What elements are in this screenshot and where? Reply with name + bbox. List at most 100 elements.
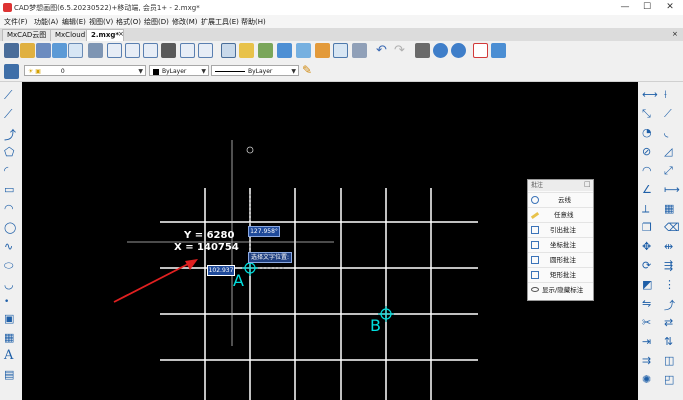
zoom-realtime-icon[interactable] [198, 43, 213, 58]
lengthen-icon[interactable]: ⟼ [664, 183, 680, 197]
rotate-icon[interactable]: ⟳ [642, 259, 656, 273]
circle-icon[interactable]: ◯ [4, 221, 18, 235]
zoom-in-icon[interactable] [107, 43, 122, 58]
layer-manager-icon[interactable] [258, 43, 273, 58]
swap-icon[interactable]: ⇄ [664, 316, 678, 330]
palette-icon[interactable] [352, 43, 367, 58]
annotation-cloud-button[interactable]: 云线 [528, 192, 593, 206]
annotation-coordinate-button[interactable]: 坐标批注 [528, 237, 593, 251]
break-icon[interactable]: ⟊ [664, 88, 678, 102]
menu-extensions[interactable]: 扩展工具(E) [201, 17, 239, 27]
fillet-icon[interactable]: ◟ [664, 126, 678, 140]
spline-icon[interactable]: ∿ [4, 240, 18, 254]
chamfer-icon[interactable]: ◿ [664, 145, 678, 159]
menu-file[interactable]: 文件(F) [4, 17, 28, 27]
length-input[interactable]: 102.937 [207, 265, 235, 276]
stretch-icon[interactable]: ⤢ [664, 164, 678, 178]
dimension-arc-icon[interactable]: ◠ [642, 164, 656, 178]
tab-mxcad-cloud[interactable]: MxCAD云图 [2, 29, 52, 41]
tab-close-icon[interactable]: × [118, 30, 124, 38]
hatch-icon[interactable]: ▦ [4, 331, 18, 345]
image-insert-icon[interactable]: ▤ [4, 368, 18, 382]
trim-icon[interactable]: ✂ [642, 316, 656, 330]
measure-icon[interactable]: ⇹ [664, 240, 678, 254]
dimension-angular-icon[interactable]: ∠ [642, 183, 656, 197]
angle-input[interactable]: 127.958° [248, 226, 280, 237]
match-properties-icon[interactable] [221, 43, 236, 58]
layer-select[interactable]: ☀ ▣ 0 ▼ [24, 65, 146, 76]
join-icon[interactable]: ⟋ [664, 107, 678, 121]
color-select[interactable]: ByLayer ▼ [149, 65, 209, 76]
divide-icon[interactable]: ⋮ [664, 278, 678, 292]
dimension-diameter-icon[interactable]: ⊘ [642, 145, 656, 159]
arc-3point-icon[interactable]: ◠ [4, 202, 18, 216]
insert-block-icon[interactable]: ▣ [4, 312, 18, 326]
text-icon[interactable]: A [4, 348, 18, 363]
rectangle-icon[interactable]: ▭ [4, 183, 18, 197]
zoom-out-icon[interactable] [180, 43, 195, 58]
menu-draw[interactable]: 绘图(D) [144, 17, 169, 27]
pan-hand-icon[interactable] [161, 43, 176, 58]
dimension-linear-icon[interactable]: ⟷ [642, 88, 658, 102]
annotation-circle-button[interactable]: 圆形批注 [528, 252, 593, 266]
polygon-icon[interactable]: ⬠ [4, 145, 18, 159]
pdf-export-icon[interactable] [473, 43, 488, 58]
dimension-aligned-icon[interactable]: ⤡ [642, 107, 656, 121]
erase-icon[interactable]: ⌫ [664, 221, 680, 235]
ungroup-icon[interactable]: ◰ [664, 373, 678, 387]
annotation-freehand-button[interactable]: 任意线 [528, 207, 593, 221]
layer-properties-icon[interactable] [277, 43, 292, 58]
minimize-button[interactable]: — [615, 0, 635, 15]
layers-icon[interactable] [4, 64, 19, 79]
extend-icon[interactable]: ⇥ [642, 335, 656, 349]
draw-icon[interactable] [68, 43, 83, 58]
dimension-ordinate-icon[interactable]: ⟂ [642, 202, 656, 216]
zoom-extents-icon[interactable] [143, 43, 158, 58]
cloud-icon[interactable] [52, 43, 67, 58]
move-icon[interactable]: ✥ [642, 240, 656, 254]
pencil-edit-icon[interactable] [239, 43, 254, 58]
print-icon[interactable] [415, 43, 430, 58]
align-icon[interactable]: ⇶ [664, 259, 678, 273]
xline-icon[interactable]: ⟋ [4, 107, 18, 121]
array-icon[interactable]: ▦ [664, 202, 678, 216]
new-file-icon[interactable] [4, 43, 19, 58]
zoom-window-icon[interactable] [125, 43, 140, 58]
brush-icon[interactable]: ✎ [302, 63, 316, 78]
menu-help[interactable]: 帮助(H) [241, 17, 266, 27]
open-folder-icon[interactable] [20, 43, 35, 58]
properties-icon[interactable] [333, 43, 348, 58]
flip-icon[interactable]: ⇅ [664, 335, 678, 349]
web-publish-icon[interactable] [451, 43, 466, 58]
arc-icon[interactable]: ◜ [4, 164, 18, 178]
annotation-toggle-visibility-button[interactable]: 显示/隐藏标注 [528, 282, 593, 296]
menu-modify[interactable]: 修改(M) [172, 17, 198, 27]
close-button[interactable]: ✕ [660, 0, 680, 15]
menu-edit[interactable]: 编辑(E) [62, 17, 86, 27]
mirror-icon[interactable]: ⇋ [642, 297, 656, 311]
menu-view[interactable]: 视图(V) [89, 17, 113, 27]
undo-icon[interactable]: ↶ [376, 43, 387, 58]
ellipse-arc-icon[interactable]: ◡ [4, 278, 18, 292]
explode-icon[interactable]: ✺ [642, 373, 656, 387]
copy-icon[interactable]: ❐ [642, 221, 656, 235]
scale-icon[interactable]: ◩ [642, 278, 656, 292]
offset-icon[interactable]: ⇉ [642, 354, 656, 368]
save-icon[interactable] [36, 43, 51, 58]
point-icon[interactable]: • [4, 297, 18, 311]
block-icon[interactable] [315, 43, 330, 58]
linetype-select[interactable]: ByLayer ▼ [211, 65, 299, 76]
text-style-icon[interactable] [296, 43, 311, 58]
image-export-icon[interactable] [491, 43, 506, 58]
menu-format[interactable]: 格式(O) [116, 17, 141, 27]
polyline-icon[interactable]: ⤴ [4, 126, 18, 142]
menu-function[interactable]: 功能(A) [34, 17, 58, 27]
dimension-radius-icon[interactable]: ◔ [642, 126, 656, 140]
annotation-leader-button[interactable]: 引出批注 [528, 222, 593, 236]
panel-close-icon[interactable]: □ [584, 180, 591, 188]
redo-icon[interactable]: ↷ [394, 43, 405, 58]
group-icon[interactable]: ◫ [664, 354, 678, 368]
maximize-button[interactable]: ☐ [637, 0, 657, 15]
annotation-rectangle-button[interactable]: 矩形批注 [528, 267, 593, 281]
globe-icon[interactable] [433, 43, 448, 58]
